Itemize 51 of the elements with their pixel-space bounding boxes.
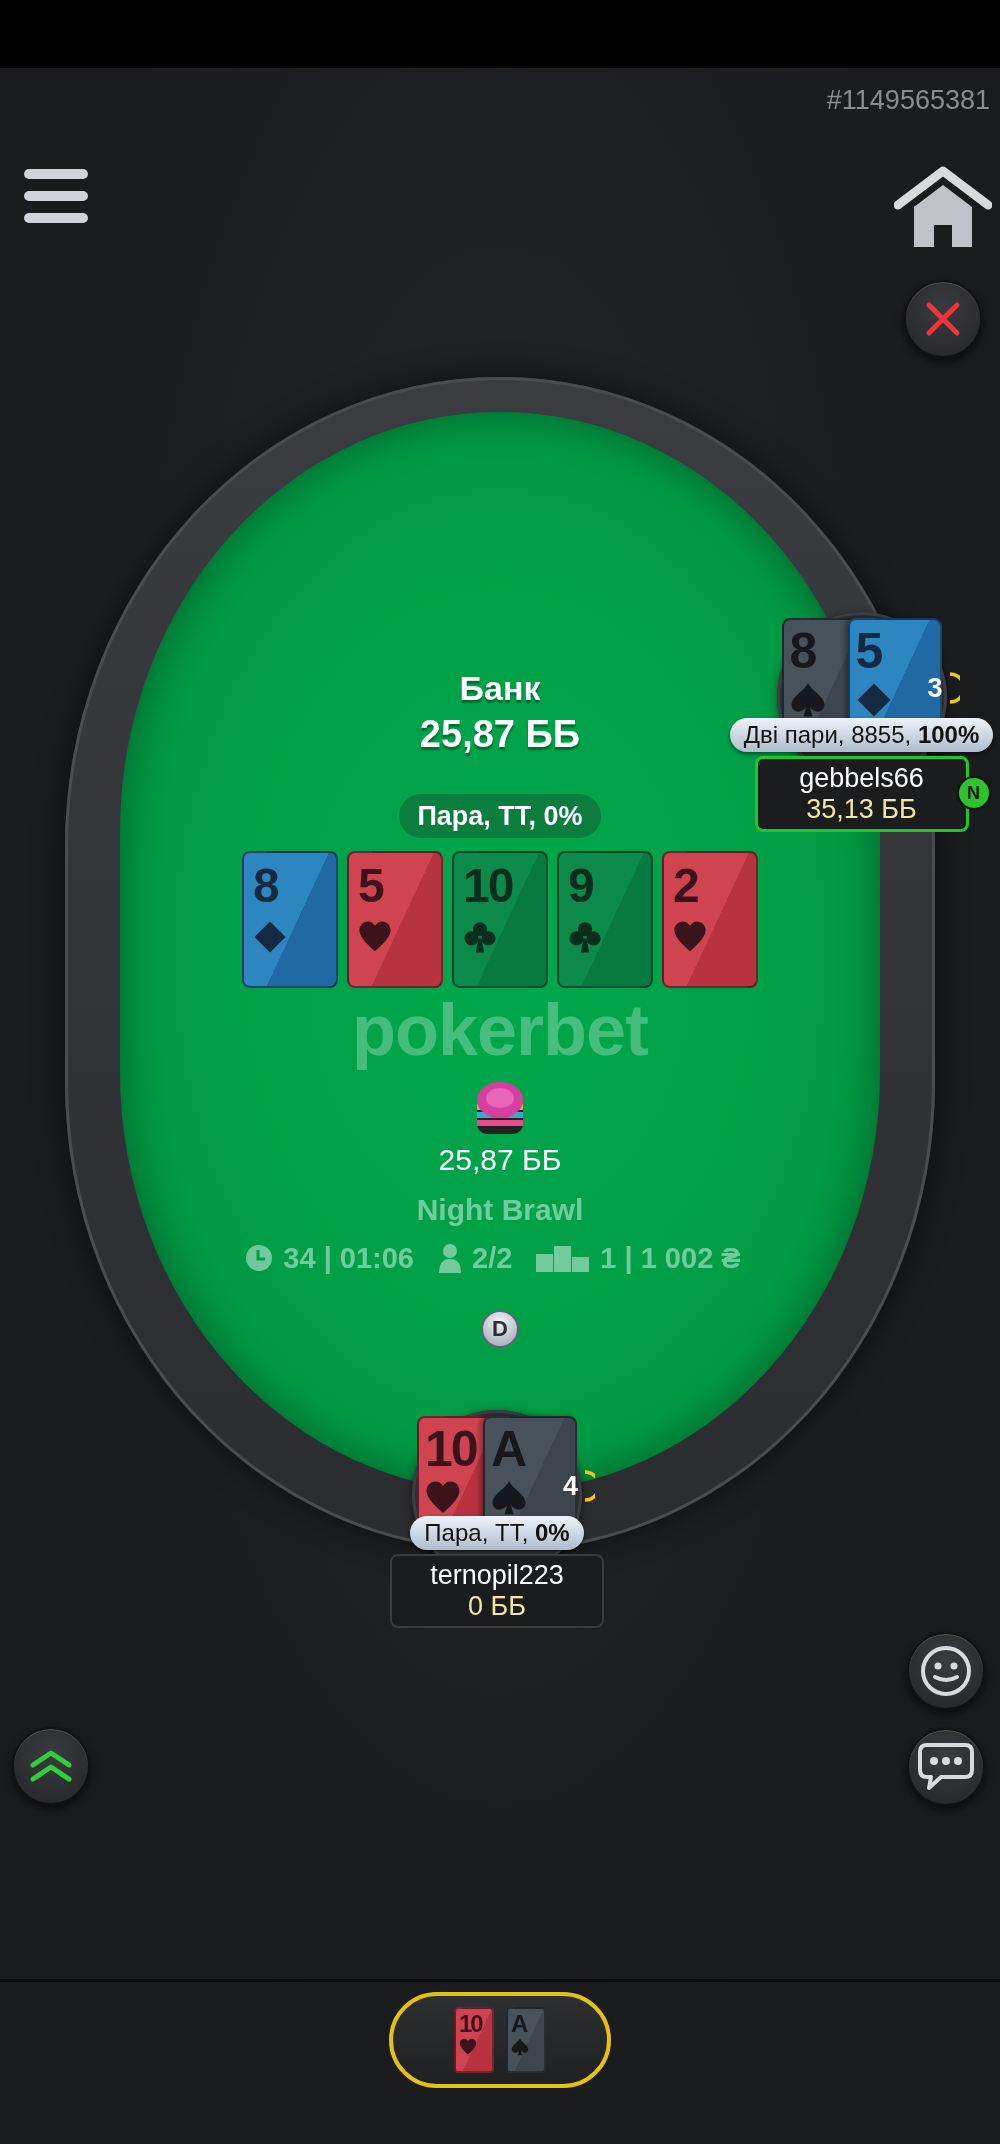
suit-icon [511,2038,529,2056]
clock-icon [245,1244,274,1272]
suit-icon [358,920,392,954]
turn-timer: 3 [927,672,943,704]
player-name: ternopil223 [430,1560,564,1591]
hand-strength-label: Дві пари, 8855, 100% [729,718,994,752]
suit-icon [491,1480,527,1516]
bet-amount: 25,87 ББ [438,1142,562,1178]
tournament-level: 34 | 01:06 [283,1241,414,1276]
pot-label: Банк [459,668,541,709]
card-rank: 9 [568,862,593,910]
board-hand-label: Пара, ТТ, 0% [399,794,601,838]
card-rank: 8 [253,862,278,910]
prize-info: 1 | 1 002 ₴ [600,1241,741,1276]
timer-arc-icon [947,672,960,704]
turn-timer: 4 [563,1470,579,1502]
suit-icon [568,920,602,954]
tournament-name: Night Brawl [416,1192,584,1228]
table-logo: pokerbet [351,989,649,1072]
card-rank: A [511,2012,527,2036]
player-stack: 35,13 ББ [806,794,917,825]
suit-icon [463,920,497,954]
card-rank: 8 [789,626,816,676]
double-chevron-up-icon [29,1749,73,1783]
card-rank: 10 [459,2012,482,2036]
card-rank: 10 [463,862,513,910]
suit-icon [425,1480,461,1516]
smiley-icon [920,1645,972,1697]
card-rank: 5 [358,862,383,910]
suit-icon [673,920,707,954]
suit-icon [789,682,826,718]
card-rank: A [491,1424,526,1474]
suit-icon [459,2038,477,2056]
player-panel[interactable]: gebbels66 35,13 ББ [754,756,969,832]
suit-icon [253,920,287,954]
close-icon [925,301,961,337]
card-rank: 10 [425,1424,477,1474]
timer-arc-icon [583,1470,596,1502]
person-icon [438,1243,462,1273]
hand-strength-label: Пара, ТТ, 0% [410,1516,584,1550]
card-rank: 2 [673,862,698,910]
player-stack: 0 ББ [468,1591,526,1622]
my-cards-button[interactable]: 10 A [389,1992,611,2088]
player-count: 2/2 [472,1241,513,1276]
player-name: gebbels66 [799,763,924,794]
podium-icon [536,1244,591,1272]
player-panel[interactable]: ternopil223 0 ББ [390,1554,604,1628]
card-rank: 5 [855,626,882,676]
chat-icon [917,1742,975,1792]
hand-number: #1149565381 [826,84,990,116]
pot-amount: 25,87 ББ [419,712,581,757]
